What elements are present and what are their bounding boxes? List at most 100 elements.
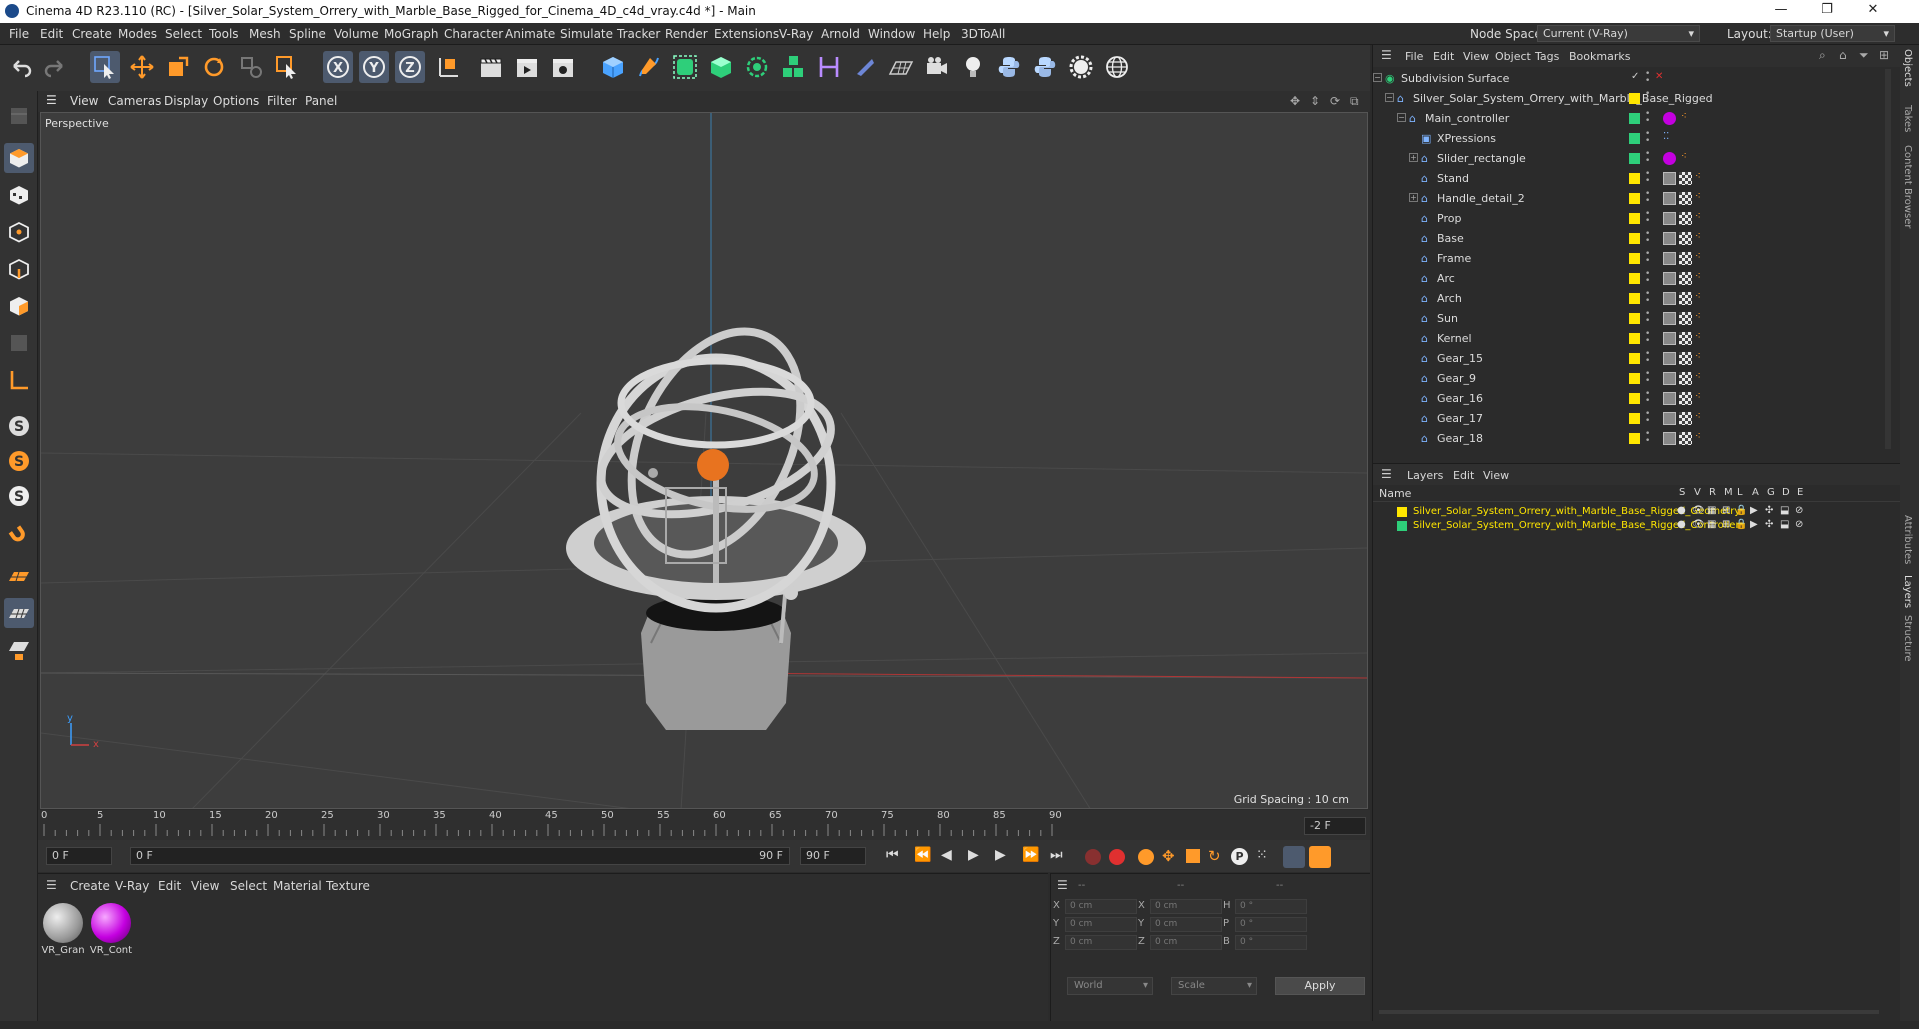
uvw-tag-icon[interactable] [1679,292,1692,305]
visibility-dots-icon[interactable]: • • [1645,430,1650,446]
zoom-view-icon[interactable]: ⇕ [1310,94,1320,108]
layer-column-header[interactable]: D [1782,487,1790,498]
rig-tag-icon[interactable]: ⁖ [1695,251,1701,262]
render-view-button[interactable] [476,51,506,83]
live-selection-button[interactable] [90,51,120,83]
uvw-tag-icon[interactable] [1679,312,1692,325]
workplane-lock-button[interactable] [4,635,34,665]
rig-tag-icon[interactable]: ⁖ [1695,431,1701,442]
next-key-icon[interactable]: ⏩ [1022,847,1039,863]
menu-volume[interactable]: Volume [334,27,379,41]
layer-color-swatch[interactable] [1629,413,1640,424]
layer-color-swatch[interactable] [1629,173,1640,184]
rig-tag-icon[interactable]: ⁖ [1681,111,1687,122]
material-hamburger-icon[interactable]: ☰ [46,878,57,892]
solo-icon[interactable]: ● [1677,519,1686,530]
layers-horizontal-scrollbar[interactable] [1379,1010,1879,1014]
cloner-button[interactable] [742,51,772,83]
menu-3dtoall[interactable]: 3DToAll [961,27,1005,41]
visibility-dots-icon[interactable]: • • [1645,270,1650,286]
material-tag-icon[interactable] [1663,192,1676,205]
material-tag-icon[interactable] [1663,412,1676,425]
key-parameter-icon[interactable]: P [1231,848,1248,865]
coordinate-value-field[interactable]: 0 cm [1065,917,1137,932]
rotate-view-icon[interactable]: ⟳ [1330,94,1340,108]
visibility-dots-icon[interactable]: • • [1645,90,1650,106]
minimize-button[interactable]: — [1759,2,1803,21]
object-row[interactable]: ⌂ Gear_18 • • ⁖ [1373,429,1883,449]
viewport-hamburger-icon[interactable]: ☰ [46,93,57,107]
object-row[interactable]: − ⌂ Silver_Solar_System_Orrery_with_Marble… [1373,89,1883,109]
uvw-tag-icon[interactable] [1679,192,1692,205]
material-menu-edit[interactable]: Edit [158,879,181,893]
coordinate-system-button[interactable] [432,51,462,83]
layer-row[interactable]: Silver_Solar_System_Orrery_with_Marble_B… [1373,519,1901,533]
xpresso-tag-icon[interactable]: ⁚⁚ [1663,131,1669,142]
object-row[interactable]: ⌂ Gear_9 • • ⁖ [1373,369,1883,389]
keyframe-selection-icon[interactable] [1138,849,1154,865]
end-frame-field[interactable]: 90 F [800,847,866,865]
disabled-x-icon[interactable]: ✕ [1655,71,1663,82]
expand-toggle-icon[interactable]: + [1409,193,1418,202]
material-tag-icon[interactable] [1663,272,1676,285]
floor-plane-button[interactable] [4,561,34,591]
enabled-check-icon[interactable]: ✓ [1631,71,1639,82]
key-pla-icon[interactable]: ⁙ [1256,847,1268,863]
recent-tool-button[interactable] [236,51,266,83]
coordinate-value-field[interactable]: 0 cm [1150,935,1222,950]
expression-icon[interactable]: ⊘ [1795,519,1803,530]
animation-icon[interactable]: ▶ [1750,519,1758,530]
layer-column-header[interactable]: E [1797,487,1803,498]
material-tag-icon[interactable] [1663,252,1676,265]
object-row[interactable]: ⌂ Frame • • ⁖ [1373,249,1883,269]
tab-content-browser[interactable]: Content Browser [1902,145,1913,228]
menu-file[interactable]: File [9,27,29,41]
material-tag-icon[interactable] [1663,232,1676,245]
visibility-dots-icon[interactable]: • • [1645,130,1650,146]
menu-tracker[interactable]: Tracker [617,27,660,41]
go-to-start-icon[interactable]: ⏮ [886,847,899,863]
rig-tag-icon[interactable]: ⁖ [1695,211,1701,222]
uvw-tag-icon[interactable] [1679,272,1692,285]
menu-help[interactable]: Help [923,27,950,41]
uvw-tag-icon[interactable] [1679,252,1692,265]
camera-button[interactable] [922,51,952,83]
material-tag-icon[interactable] [1663,172,1676,185]
filter-icon[interactable]: ⏷ [1859,48,1869,63]
object-menu-object[interactable]: Object [1495,50,1531,63]
visibility-dots-icon[interactable]: • • [1645,330,1650,346]
menu-extensions[interactable]: Extensions [714,27,779,41]
material-menu-vray[interactable]: V-Ray [115,879,149,893]
visibility-dots-icon[interactable]: • • [1645,290,1650,306]
deformer-icon[interactable]: ⬓ [1780,519,1789,530]
uvw-tag-icon[interactable] [1679,232,1692,245]
uvw-tag-icon[interactable] [1679,392,1692,405]
model-mode-button[interactable] [4,143,34,173]
menu-edit[interactable]: Edit [40,27,63,41]
layer-color-swatch[interactable] [1629,253,1640,264]
rig-tag-icon[interactable]: ⁖ [1695,411,1701,422]
material-vr-cont[interactable]: VR_Cont [89,901,133,959]
coordinate-value-field[interactable]: 0 cm [1065,899,1137,914]
workplane-button[interactable] [4,365,34,395]
visibility-dots-icon[interactable]: • • [1645,250,1650,266]
python-button[interactable] [994,51,1024,83]
material-tag-icon[interactable] [1663,152,1676,165]
menu-character[interactable]: Character [444,27,503,41]
lock-icon[interactable]: 🔒 [1735,505,1747,516]
object-row[interactable]: + ⌂ Handle_detail_2 • • ⁖ [1373,189,1883,209]
object-manager-hamburger-icon[interactable]: ☰ [1381,48,1392,62]
play-icon[interactable]: ▶ [968,847,979,863]
settings-gear-button[interactable] [1066,51,1096,83]
object-row[interactable]: ⌂ Gear_17 • • ⁖ [1373,409,1883,429]
coordinate-value-field[interactable]: 0 ° [1235,899,1307,914]
object-menu-file[interactable]: File [1405,50,1423,63]
object-row[interactable]: − ◉ Subdivision Surface • • ✓ ✕ [1373,69,1883,89]
deformer-button[interactable] [814,51,844,83]
coordinate-value-field[interactable]: 0 cm [1150,899,1222,914]
object-row[interactable]: ▣ XPressions • • ⁚⁚ [1373,129,1883,149]
rig-tag-icon[interactable]: ⁖ [1695,391,1701,402]
grid-view-button[interactable] [4,598,34,628]
layers-menu-layers[interactable]: Layers [1407,469,1443,482]
layer-color-swatch[interactable] [1629,113,1640,124]
